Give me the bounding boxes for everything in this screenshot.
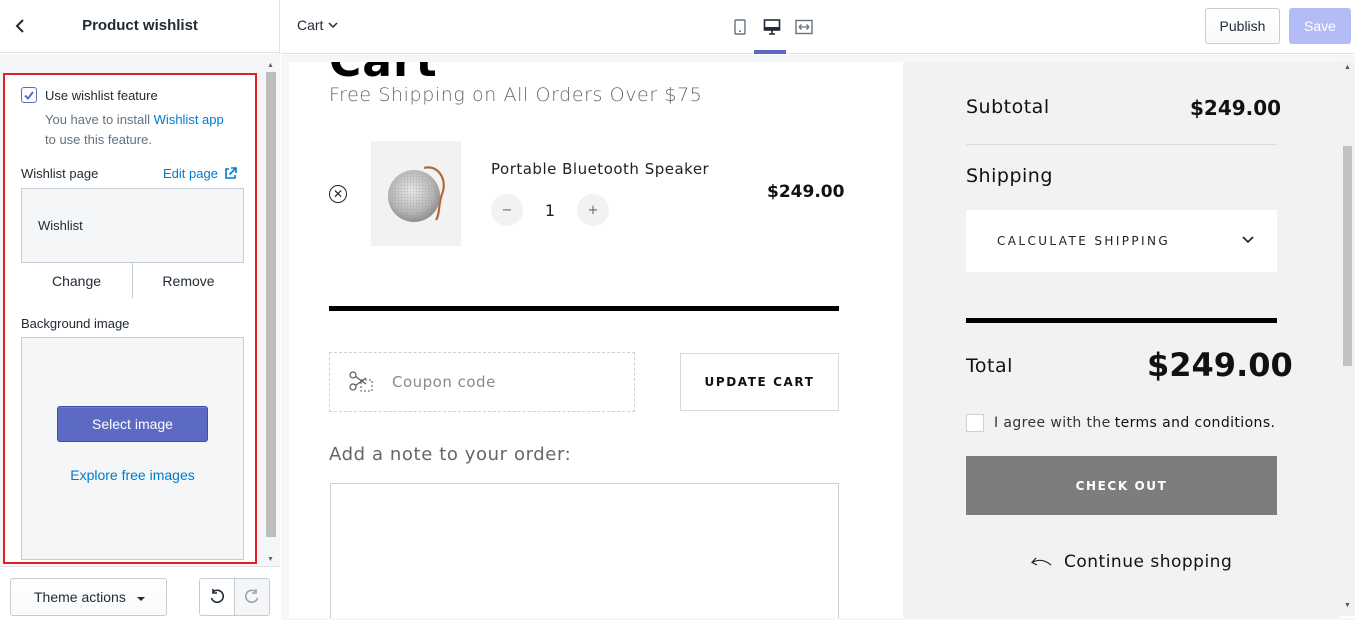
preview-scroll-thumb[interactable] [1343,146,1352,366]
theme-actions-button[interactable]: Theme actions [10,578,167,616]
use-wishlist-label: Use wishlist feature [45,87,158,103]
undo-icon [210,589,225,604]
background-image-label: Background image [21,316,130,331]
shipping-label: Shipping [966,165,1053,187]
help-suffix: to use this feature. [45,132,152,147]
explore-free-images-link[interactable]: Explore free images [22,467,243,483]
coupon-placeholder: Coupon code [392,373,496,391]
continue-shopping-link[interactable]: Continue shopping [1030,552,1232,572]
summary-thick-divider [966,318,1277,323]
subtotal-label: Subtotal [966,96,1050,118]
checkmark-icon [24,90,34,100]
undo-button[interactable] [200,579,234,615]
product-thumbnail[interactable] [371,141,461,246]
mobile-icon [734,19,746,35]
sidebar-header: Product wishlist [0,0,280,53]
scroll-down-arrow-icon[interactable]: ▼ [267,556,274,563]
background-image-picker: Select image Explore free images [21,337,244,560]
sidebar-title: Product wishlist [82,17,198,34]
scissors-icon [349,371,373,392]
quantity-decrease-button[interactable]: − [491,194,523,226]
quantity-stepper: − 1 + [491,194,609,226]
redo-button[interactable] [234,579,269,615]
speaker-image [388,165,445,222]
sidebar-footer: Theme actions [0,566,280,620]
line-item-price: $249.00 [767,182,845,202]
use-wishlist-checkbox[interactable] [21,87,37,103]
update-cart-button[interactable]: UPDATE CART [680,353,839,411]
product-name[interactable]: Portable Bluetooth Speaker [491,160,709,178]
terms-checkbox[interactable] [966,414,984,432]
theme-actions-label: Theme actions [34,589,126,605]
terms-prefix: I agree with the [994,415,1111,431]
select-image-button[interactable]: Select image [57,406,208,442]
sidebar-scroll-area: Use wishlist feature You have to install… [0,54,280,566]
wishlist-page-value: Wishlist [38,218,83,233]
undo-redo-group [199,578,270,616]
sidebar-scrollbar[interactable]: ▲ ▼ [264,62,278,564]
fullwidth-view-button[interactable] [794,16,814,38]
total-label: Total [966,355,1013,377]
expand-horizontal-icon [795,19,813,35]
scroll-up-arrow-icon[interactable]: ▲ [267,62,274,69]
subtotal-value: $249.00 [1190,96,1282,120]
remove-page-button[interactable]: Remove [132,263,244,298]
remove-item-button[interactable]: ✕ [329,185,347,203]
chevron-down-icon [328,21,338,28]
order-note-label: Add a note to your order: [329,444,572,465]
preview-scrollbar[interactable]: ▲ ▼ [1340,62,1355,616]
editor-topbar: Cart Publish Save [281,0,1355,54]
order-summary: Subtotal $249.00 Shipping CALCULATE SHIP… [903,62,1340,618]
terms-link[interactable]: terms and conditions. [1115,415,1276,431]
checkout-button[interactable]: CHECK OUT [966,456,1277,515]
scroll-down-arrow-icon[interactable]: ▼ [1344,602,1351,609]
template-select[interactable]: Cart [297,17,338,33]
scroll-up-arrow-icon[interactable]: ▲ [1344,64,1351,71]
coupon-input[interactable]: Coupon code [329,352,635,412]
summary-divider [966,144,1277,145]
view-toggle-group [730,16,814,38]
calculate-shipping-dropdown[interactable]: CALCULATE SHIPPING [966,210,1277,272]
order-note-textarea[interactable] [330,483,839,618]
return-arrow-icon [1031,557,1052,566]
mobile-view-button[interactable] [730,16,750,38]
edit-page-link[interactable]: Edit page [163,166,237,181]
wishlist-page-picker: Wishlist Change Remove [21,188,244,298]
desktop-view-button[interactable] [762,16,782,38]
quantity-value[interactable]: 1 [523,201,577,220]
editor-sidebar: Product wishlist Use wishlist feature Yo… [0,0,280,620]
caret-down-icon [137,597,145,601]
publish-button[interactable]: Publish [1205,8,1280,44]
store-preview-frame: Cart Free Shipping on All Orders Over $7… [289,62,1355,618]
change-page-button[interactable]: Change [21,263,132,298]
save-button[interactable]: Save [1289,8,1351,44]
calculate-shipping-label: CALCULATE SHIPPING [997,234,1171,248]
total-value: $249.00 [1147,346,1293,384]
desktop-icon [763,19,781,35]
terms-agreement: I agree with the terms and conditions. [966,414,1275,432]
wishlist-page-label: Wishlist page [21,166,99,181]
edit-page-label: Edit page [163,166,218,181]
external-link-icon [225,167,237,179]
wishlist-help-text: You have to install Wishlist app to use … [45,110,255,150]
cart-divider [329,306,839,311]
close-icon: ✕ [332,187,344,201]
active-view-indicator [754,50,786,54]
quantity-increase-button[interactable]: + [577,194,609,226]
chevron-down-icon [1242,236,1254,244]
sidebar-scroll-thumb[interactable] [266,72,276,537]
free-shipping-banner: Free Shipping on All Orders Over $75 [329,84,703,106]
continue-shopping-label: Continue shopping [1064,552,1233,572]
wishlist-page-actions: Change Remove [21,262,244,298]
template-select-value: Cart [297,17,324,33]
use-wishlist-row[interactable]: Use wishlist feature [21,87,158,103]
redo-icon [244,589,259,604]
help-prefix: You have to install [45,112,154,127]
wishlist-settings-panel: Use wishlist feature You have to install… [3,73,257,564]
wishlist-app-link[interactable]: Wishlist app [154,112,224,127]
